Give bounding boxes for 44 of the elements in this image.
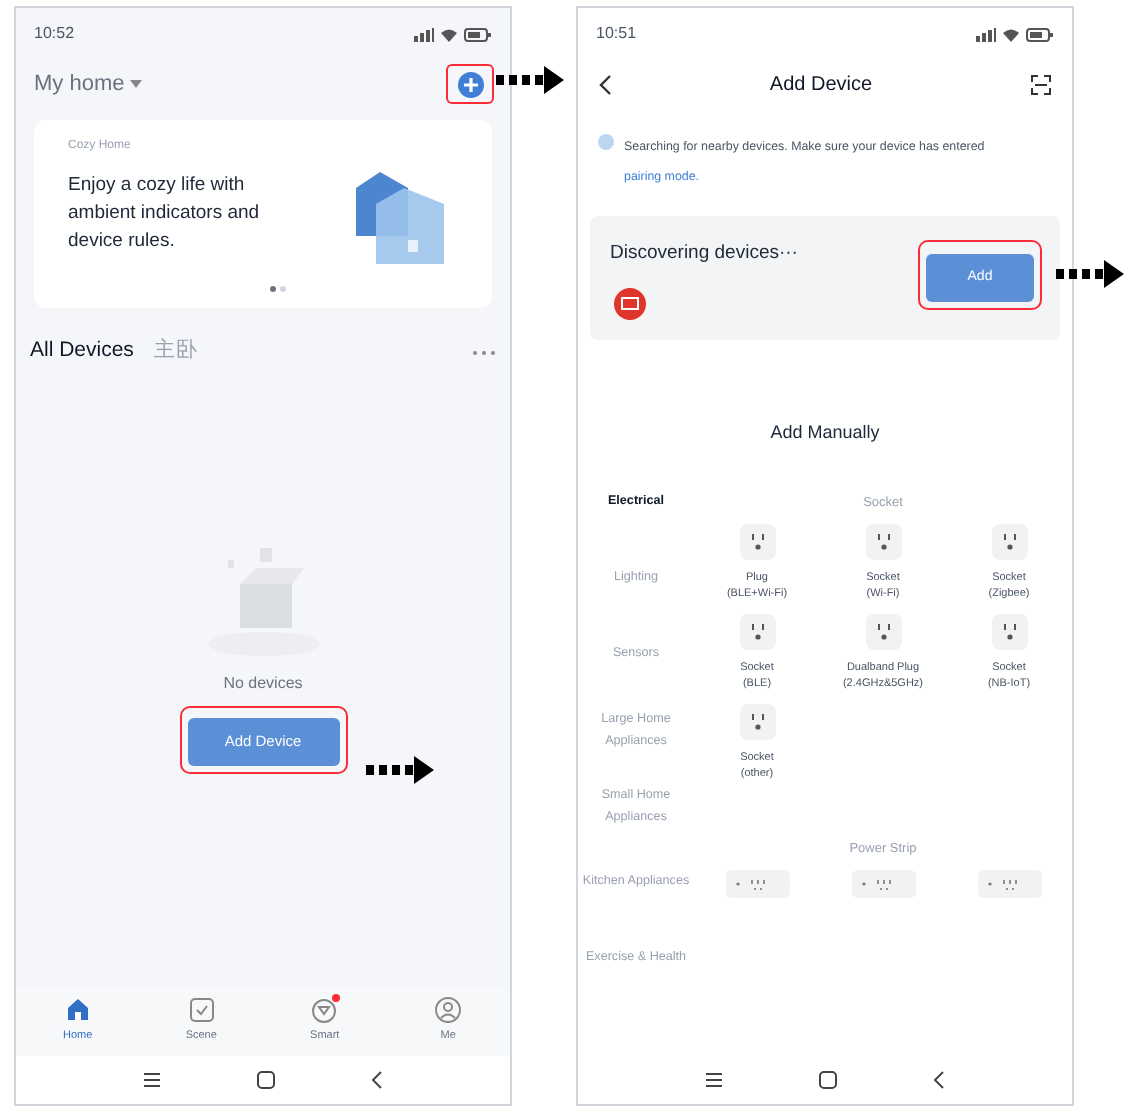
more-icon[interactable] — [472, 349, 496, 355]
room-tab[interactable]: All Devices — [30, 336, 134, 368]
socket-icon[interactable] — [739, 703, 775, 739]
status-time: 10:51 — [596, 22, 637, 46]
section-title: Add Manually — [768, 420, 882, 446]
scene-icon — [187, 996, 216, 1024]
home-square-icon — [255, 1070, 276, 1090]
screen-title: Add Device — [769, 71, 873, 99]
battery-icon — [464, 27, 492, 41]
caret-icon — [130, 80, 143, 88]
socket-icon[interactable] — [991, 523, 1027, 559]
socket-icon[interactable] — [991, 613, 1027, 649]
home-selector[interactable]: My home — [34, 67, 125, 101]
status-time: 10:52 — [34, 22, 75, 46]
empty-message: No devices — [223, 672, 303, 696]
search-bubble-icon — [598, 134, 614, 150]
menu-icon — [704, 1072, 725, 1088]
device-icon — [614, 288, 646, 320]
me-icon — [434, 996, 463, 1024]
dotted-arrow — [1056, 258, 1128, 290]
dotted-arrow — [496, 64, 568, 96]
scan-icon[interactable] — [1029, 73, 1052, 95]
discovery-title: Discovering devices··· — [610, 240, 798, 268]
menu-icon — [142, 1072, 163, 1088]
dotted-arrow — [366, 754, 438, 786]
back-icon — [369, 1070, 384, 1090]
signal-icon — [414, 27, 434, 41]
wifi-icon — [1002, 27, 1020, 41]
add-button[interactable] — [448, 66, 492, 102]
socket-icon[interactable] — [739, 523, 775, 559]
socket-icon[interactable] — [865, 613, 901, 649]
smart-icon — [310, 996, 339, 1024]
room-tab[interactable]: 主卧 — [153, 336, 198, 368]
socket-icon[interactable] — [739, 613, 775, 649]
back-icon — [931, 1070, 946, 1090]
signal-icon — [976, 27, 996, 41]
back-icon[interactable] — [598, 73, 612, 95]
banner-text: Enjoy a cozy life with ambient indicators and device rules. — [68, 172, 262, 256]
wifi-icon — [440, 27, 458, 41]
plus-icon — [457, 71, 483, 97]
home-square-icon — [817, 1070, 838, 1090]
home-icon — [63, 996, 92, 1024]
socket-icon[interactable] — [865, 523, 901, 559]
battery-icon — [1026, 27, 1054, 41]
